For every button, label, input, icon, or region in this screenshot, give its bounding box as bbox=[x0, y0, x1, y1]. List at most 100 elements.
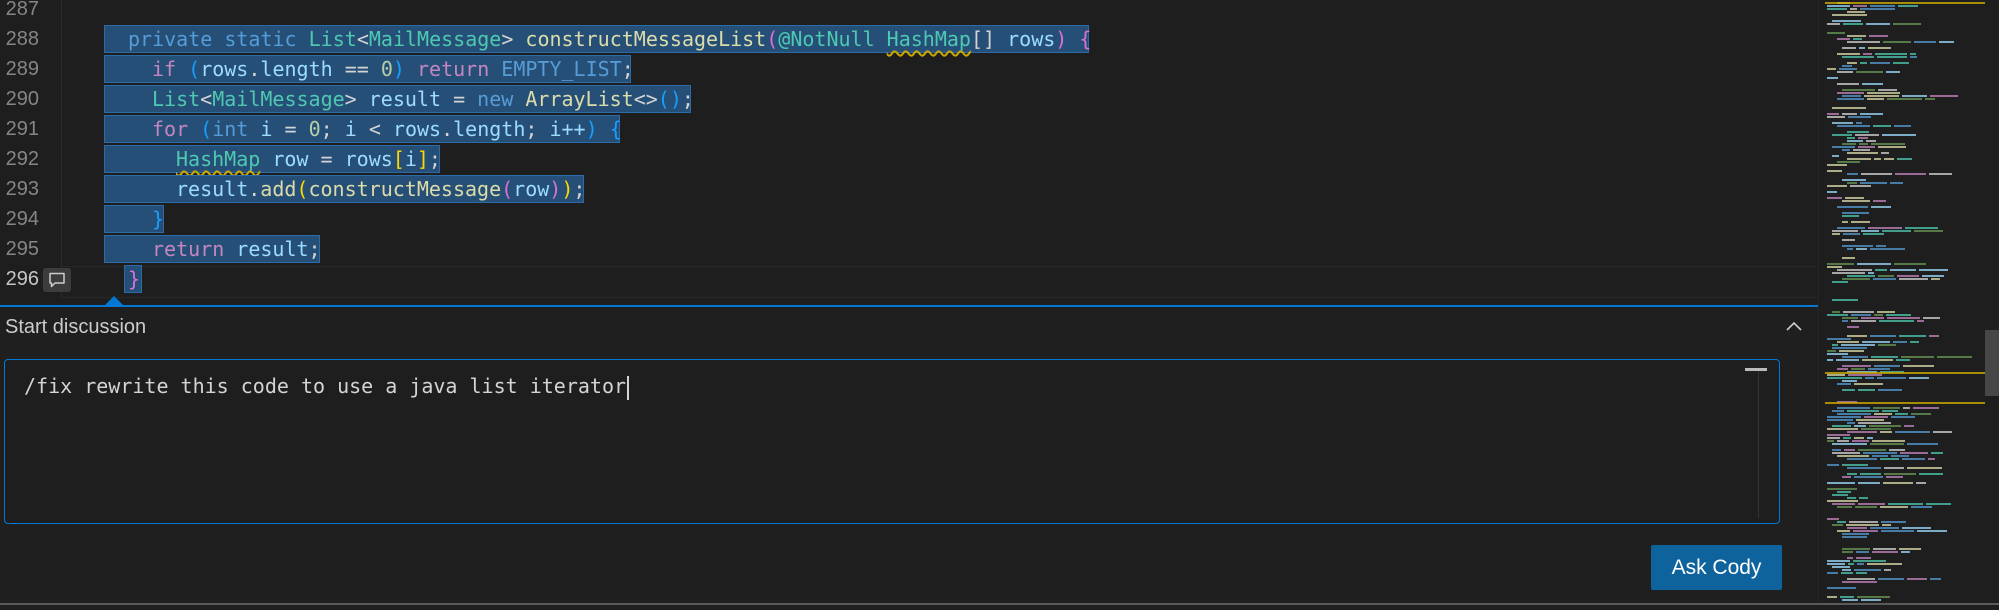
minimap-line bbox=[1913, 407, 1939, 409]
minimap-line bbox=[1854, 437, 1864, 439]
panel-title: Start discussion bbox=[5, 316, 147, 338]
minimap-line bbox=[1880, 458, 1899, 460]
code-text: List<MailMessage> result = new ArrayList… bbox=[152, 87, 694, 111]
minimap-line bbox=[1877, 56, 1907, 58]
minimap-line bbox=[1875, 269, 1887, 271]
code-line[interactable]: 293 result.add(constructMessage(row)); bbox=[0, 174, 1818, 204]
minimap-line bbox=[1832, 14, 1867, 16]
line-number: 294 bbox=[5, 208, 39, 230]
minimap-line bbox=[1832, 524, 1843, 526]
minimap-line bbox=[1856, 557, 1871, 559]
discussion-panel: Start discussion /fix rewrite this code … bbox=[0, 305, 1818, 605]
minimap-line bbox=[1859, 47, 1865, 49]
code-line[interactable]: 290 List<MailMessage> result = new Array… bbox=[0, 84, 1818, 114]
minimap-line bbox=[1827, 350, 1836, 352]
code-line[interactable]: 291 for (int i = 0; i < rows.length; i++… bbox=[0, 114, 1818, 144]
minimap-line bbox=[1847, 131, 1869, 133]
minimap-line bbox=[1857, 263, 1891, 265]
minimap-line bbox=[1858, 422, 1891, 424]
minimap-line bbox=[1857, 596, 1890, 598]
minimap-line bbox=[1893, 62, 1909, 64]
minimap-line bbox=[1858, 482, 1880, 484]
minimap-line bbox=[1858, 449, 1886, 451]
minimap-line bbox=[1864, 95, 1899, 97]
minimap-line bbox=[1868, 47, 1891, 49]
minimap-line bbox=[1842, 278, 1870, 280]
minimap-line bbox=[1847, 410, 1879, 412]
minimap-line bbox=[1903, 407, 1910, 409]
minimap-line bbox=[1837, 269, 1872, 271]
minimap-line bbox=[1843, 437, 1851, 439]
discussion-input-value: /fix rewrite this code to use a java lis… bbox=[24, 372, 630, 400]
minimap-line bbox=[1876, 245, 1886, 247]
minimap-line bbox=[1891, 416, 1915, 418]
minimap-line bbox=[1827, 563, 1845, 565]
minimap-line bbox=[1847, 458, 1877, 460]
code-line[interactable]: 296 } bbox=[0, 264, 1818, 294]
minimap-line bbox=[1832, 449, 1841, 451]
minimap-line bbox=[1891, 455, 1909, 457]
minimap-line bbox=[1827, 488, 1857, 490]
code-text: return result; bbox=[152, 237, 321, 261]
discussion-input[interactable]: /fix rewrite this code to use a java lis… bbox=[4, 359, 1780, 524]
code-line[interactable]: 294 } bbox=[0, 204, 1818, 234]
minimap-line bbox=[1854, 383, 1883, 385]
line-number: 292 bbox=[5, 148, 39, 170]
minimap-line bbox=[1890, 182, 1903, 184]
text-cursor bbox=[627, 375, 630, 400]
collapse-button[interactable] bbox=[1782, 317, 1806, 337]
minimap-line bbox=[1842, 320, 1848, 322]
minimap-line bbox=[1832, 425, 1851, 427]
minimap-line bbox=[1903, 365, 1934, 367]
minimap-line bbox=[1837, 38, 1850, 40]
minimap-line bbox=[1911, 413, 1931, 415]
minimap-slider[interactable] bbox=[1985, 330, 1999, 396]
minimap-line bbox=[1882, 410, 1898, 412]
minimap-line bbox=[1930, 95, 1958, 97]
code-line[interactable]: 295 return result; bbox=[0, 234, 1818, 264]
minimap-line bbox=[1895, 431, 1930, 433]
minimap-line bbox=[1847, 497, 1856, 499]
minimap-line bbox=[1880, 431, 1892, 433]
minimap-line bbox=[1872, 551, 1898, 553]
minimap-line bbox=[1837, 368, 1848, 370]
minimap[interactable] bbox=[1818, 0, 1999, 603]
minimap-line bbox=[1907, 578, 1927, 580]
minimap-line bbox=[1827, 314, 1848, 316]
minimap-line bbox=[1827, 164, 1847, 166]
minimap-line bbox=[1832, 344, 1838, 346]
minimap-line bbox=[1847, 41, 1880, 43]
minimap-line bbox=[1832, 146, 1855, 148]
minimap-line bbox=[1860, 8, 1895, 10]
add-comment-button[interactable] bbox=[43, 268, 71, 292]
minimap-line bbox=[1848, 374, 1882, 376]
code-editor[interactable]: 287 288 private static List<MailMessage>… bbox=[0, 0, 1818, 298]
minimap-line bbox=[1837, 53, 1860, 55]
minimap-line bbox=[1882, 524, 1891, 526]
minimap-line bbox=[1895, 413, 1908, 415]
minimap-line bbox=[1832, 20, 1861, 22]
minimap-line bbox=[1888, 503, 1923, 505]
code-line[interactable]: 292 HashMap row = rows[i]; bbox=[0, 144, 1818, 174]
minimap-line bbox=[1842, 317, 1858, 319]
minimap-line bbox=[1867, 563, 1902, 565]
minimap-line bbox=[1919, 473, 1943, 475]
textarea-scrollbar[interactable] bbox=[1745, 368, 1767, 371]
ask-cody-button[interactable]: Ask Cody bbox=[1651, 545, 1782, 590]
minimap-line bbox=[1874, 365, 1900, 367]
minimap-line bbox=[1917, 530, 1947, 532]
minimap-line bbox=[1862, 83, 1883, 85]
code-line[interactable]: 288 private static List<MailMessage> con… bbox=[0, 24, 1818, 54]
minimap-line bbox=[1837, 125, 1870, 127]
minimap-line bbox=[1842, 257, 1855, 259]
code-line[interactable]: 289 if (rows.length == 0) return EMPTY_L… bbox=[0, 54, 1818, 84]
minimap-line bbox=[1837, 92, 1864, 94]
minimap-line bbox=[1860, 113, 1883, 115]
minimap-line bbox=[1860, 62, 1867, 64]
panel-bottom-border bbox=[0, 603, 1999, 605]
minimap-line bbox=[1847, 473, 1857, 475]
minimap-line bbox=[1832, 443, 1867, 445]
minimap-line bbox=[1842, 56, 1874, 58]
minimap-line bbox=[1827, 482, 1855, 484]
code-line[interactable]: 287 bbox=[0, 0, 1818, 24]
